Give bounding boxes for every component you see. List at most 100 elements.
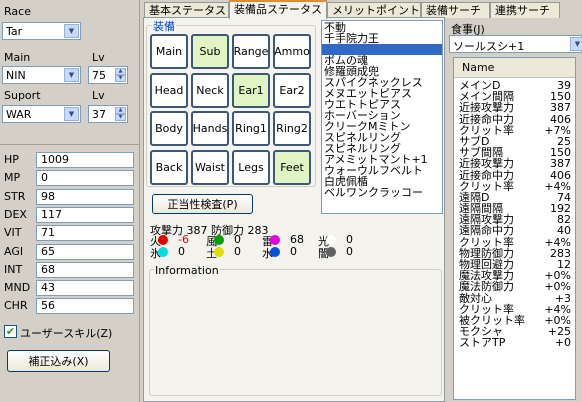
tab-equipment-search[interactable]: 装備サーチ [421, 2, 490, 18]
stat-label: AGI [4, 244, 24, 258]
tab-skillchain-search[interactable]: 連携サーチ [490, 2, 560, 18]
main-lv-label: Lv [92, 51, 105, 64]
stat-value: 387 [550, 157, 571, 171]
stat-value: 1009 [36, 152, 134, 168]
element-dot-icon [214, 247, 224, 257]
stat-value: 40 [557, 224, 571, 238]
element-dot-icon [270, 235, 280, 245]
stat-value: +0% [544, 280, 571, 294]
stat-name: 敵対心 [459, 291, 492, 305]
stat-name: ストアTP [459, 336, 506, 350]
information-groupbox [149, 269, 442, 396]
race-label: Race [4, 5, 31, 18]
list-item[interactable]: ベルワンクラッコー [322, 187, 442, 198]
stat-value: 56 [36, 298, 134, 315]
stat-label: INT [4, 262, 23, 276]
main-job-value: NIN [6, 69, 26, 82]
tab-equipment-status[interactable]: 装備品ステータス [229, 0, 327, 19]
support-job-value: WAR [6, 108, 32, 121]
equip-slot-ring1[interactable]: Ring1 [232, 111, 270, 146]
table-row[interactable]: ストアTP +0 [454, 337, 575, 348]
equip-slot-main[interactable]: Main [150, 34, 188, 69]
element-dot-icon [270, 247, 280, 257]
table-row[interactable]: 近接攻撃力 387 [454, 158, 575, 169]
table-row[interactable]: 近接攻撃力 387 [454, 102, 575, 113]
equip-slot-feet[interactable]: Feet [273, 149, 311, 185]
equip-slot-waist[interactable]: Waist [191, 149, 229, 185]
user-skill-label[interactable]: ユーザースキル(Z) [20, 325, 112, 341]
stat-name: 魔法防御力 [459, 280, 514, 294]
chevron-down-icon[interactable]: ▼ [570, 37, 582, 51]
chevron-down-icon[interactable]: ▼ [64, 68, 79, 82]
race-select[interactable]: Tar ▼ [2, 22, 81, 40]
element-dot-icon [326, 247, 336, 257]
race-value: Tar [6, 25, 23, 38]
equip-slot-range[interactable]: Range [232, 34, 270, 69]
stat-label: STR [4, 189, 26, 203]
support-lv-label: Lv [92, 89, 105, 102]
food-select[interactable]: ソールスシ+1 ▼ [449, 35, 582, 53]
table-row[interactable]: 魔法防御力 +0% [454, 281, 575, 292]
support-lv-spinner[interactable]: 37 ▲ ▼ [88, 105, 128, 123]
computed-stats-list[interactable]: Name メインD 39 メイン間隔 150 近接攻撃力 387 近接命中力 406 クリット率… [453, 57, 576, 400]
stat-value: +4% [544, 235, 571, 249]
list-item[interactable]: 千手院力王 [322, 33, 442, 44]
spin-up-icon[interactable]: ▲ [115, 107, 126, 114]
resist-value: 0 [346, 245, 353, 258]
equip-slot-ear1[interactable]: Ear1 [232, 72, 270, 108]
stat-name: 遠隔命中力 [459, 224, 514, 238]
equip-slot-head[interactable]: Head [150, 72, 188, 108]
stat-value: 98 [36, 188, 134, 205]
equip-slot-ear2[interactable]: Ear2 [273, 72, 311, 108]
equip-group-label: 装備 [152, 18, 176, 34]
element-dot-icon [214, 235, 224, 245]
equip-slot-hands[interactable]: Hands [191, 111, 229, 146]
equip-slot-back[interactable]: Back [150, 149, 188, 185]
correction-button[interactable]: 補正込み(X) [7, 350, 110, 372]
equip-slot-neck[interactable]: Neck [191, 72, 229, 108]
equip-slot-ammo[interactable]: Ammo [273, 34, 311, 69]
equip-slot-body[interactable]: Body [150, 111, 188, 146]
spin-down-icon[interactable]: ▼ [115, 114, 126, 121]
support-lv-value: 37 [92, 108, 106, 121]
stat-value: 43 [36, 280, 134, 297]
element-dot-icon [158, 247, 168, 257]
tab-basic-status[interactable]: 基本ステータス [144, 2, 229, 18]
stat-label: VIT [4, 226, 22, 240]
equipment-item-list[interactable]: 不動 千手院力王 ボムの魂 修羅頭成兜 スパイクネックレス メヌエットピアス ウエトトピアス… [321, 20, 443, 214]
spin-down-icon[interactable]: ▼ [115, 75, 126, 82]
support-job-label: Suport [4, 89, 41, 102]
chevron-down-icon[interactable]: ▼ [64, 107, 79, 121]
main-lv-spinner[interactable]: 75 ▲ ▼ [88, 66, 128, 84]
stat-value: 71 [36, 225, 134, 242]
food-value: ソールスシ+1 [453, 40, 525, 53]
element-dot-icon [326, 235, 336, 245]
stat-value: 0 [36, 170, 134, 187]
stats-column-header[interactable]: Name [454, 58, 575, 78]
equip-slot-ring2[interactable]: Ring2 [273, 111, 311, 146]
stat-value: 387 [550, 101, 571, 115]
table-row[interactable]: 遠隔命中力 40 [454, 225, 575, 236]
equip-slot-legs[interactable]: Legs [232, 149, 270, 185]
stat-name: 近接命中力 [459, 168, 514, 182]
resist-value: 0 [234, 245, 241, 258]
tab-merit-points[interactable]: メリットポイント [327, 2, 421, 18]
stat-label: DEX [4, 207, 27, 221]
stat-label: MP [4, 171, 21, 185]
equip-slot-sub[interactable]: Sub [191, 34, 229, 69]
validity-check-button[interactable]: 正当性検査(P) [152, 194, 253, 214]
chevron-down-icon[interactable]: ▼ [64, 24, 79, 38]
stat-value: 65 [36, 243, 134, 260]
stat-value: 406 [550, 168, 571, 182]
spin-up-icon[interactable]: ▲ [115, 68, 126, 75]
user-skill-checkbox[interactable]: ✔ [4, 325, 17, 338]
main-lv-value: 75 [92, 69, 106, 82]
support-job-select[interactable]: WAR ▼ [2, 105, 81, 123]
stat-label: MND [4, 281, 31, 295]
stat-name: 近接命中力 [459, 112, 514, 126]
information-label: Information [154, 264, 220, 277]
divider [0, 144, 139, 145]
main-job-select[interactable]: NIN ▼ [2, 66, 81, 84]
table-row[interactable]: 近接命中力 406 [454, 170, 575, 181]
stat-label: HP [4, 153, 19, 166]
